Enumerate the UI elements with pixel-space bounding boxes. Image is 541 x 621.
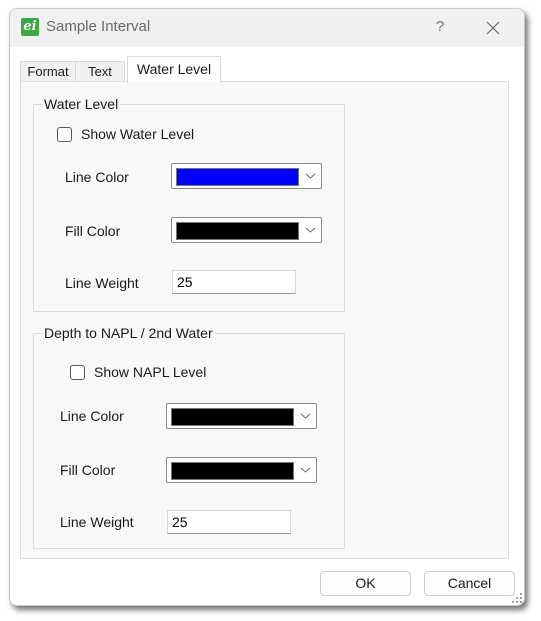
show-water-level-checkbox[interactable]: Show Water Level xyxy=(57,126,194,142)
napl-line-color-select[interactable] xyxy=(166,403,317,429)
ok-button[interactable]: OK xyxy=(320,571,411,596)
tab-water-level[interactable]: Water Level xyxy=(127,56,221,83)
napl-fill-color-select[interactable] xyxy=(166,457,317,483)
napl-group: Depth to NAPL / 2nd Water Show NAPL Leve… xyxy=(33,325,345,549)
napl-line-color-label: Line Color xyxy=(60,408,124,424)
water-fill-color-label: Fill Color xyxy=(65,223,121,239)
show-water-level-checkbox-box[interactable] xyxy=(57,126,72,142)
napl-fill-color-label: Fill Color xyxy=(60,462,116,478)
water-level-group: Water Level Show Water Level Line Color … xyxy=(33,96,345,312)
water-line-color-label: Line Color xyxy=(65,169,129,185)
close-button[interactable] xyxy=(480,15,506,41)
close-icon xyxy=(486,21,500,35)
show-napl-level-checkbox[interactable]: Show NAPL Level xyxy=(70,364,206,380)
chevron-down-icon xyxy=(300,413,311,419)
chevron-down-icon xyxy=(300,467,311,473)
napl-fill-color-swatch xyxy=(171,462,294,480)
resize-grip-icon[interactable] xyxy=(512,593,522,603)
cancel-button[interactable]: Cancel xyxy=(424,571,515,596)
chevron-down-icon xyxy=(305,173,316,179)
water-line-color-select[interactable] xyxy=(171,163,322,189)
napl-line-weight-input[interactable] xyxy=(167,510,291,534)
tab-text[interactable]: Text xyxy=(75,61,125,82)
water-fill-color-swatch xyxy=(176,222,299,240)
show-napl-level-checkbox-box[interactable] xyxy=(70,364,85,380)
napl-line-weight-label: Line Weight xyxy=(60,514,134,530)
napl-line-color-swatch xyxy=(171,408,294,426)
window-title: Sample Interval xyxy=(46,18,151,35)
napl-group-label: Depth to NAPL / 2nd Water xyxy=(42,325,215,341)
show-water-level-label: Show Water Level xyxy=(81,126,195,142)
help-icon: ? xyxy=(435,18,445,35)
tab-format[interactable]: Format xyxy=(20,61,76,82)
title-bar[interactable]: ei Sample Interval ? xyxy=(10,9,524,47)
help-button[interactable]: ? xyxy=(430,15,450,39)
water-line-weight-input[interactable] xyxy=(172,270,296,294)
app-logo-icon: ei xyxy=(21,18,39,36)
show-napl-level-label: Show NAPL Level xyxy=(94,364,207,380)
sample-interval-dialog: ei Sample Interval ? Format Text Water L… xyxy=(9,8,525,606)
water-level-tab-panel: Water Level Show Water Level Line Color … xyxy=(20,81,509,559)
chevron-down-icon xyxy=(305,227,316,233)
water-line-color-swatch xyxy=(176,168,299,186)
water-line-weight-label: Line Weight xyxy=(65,275,139,291)
water-level-group-label: Water Level xyxy=(42,96,121,112)
water-fill-color-select[interactable] xyxy=(171,217,322,243)
